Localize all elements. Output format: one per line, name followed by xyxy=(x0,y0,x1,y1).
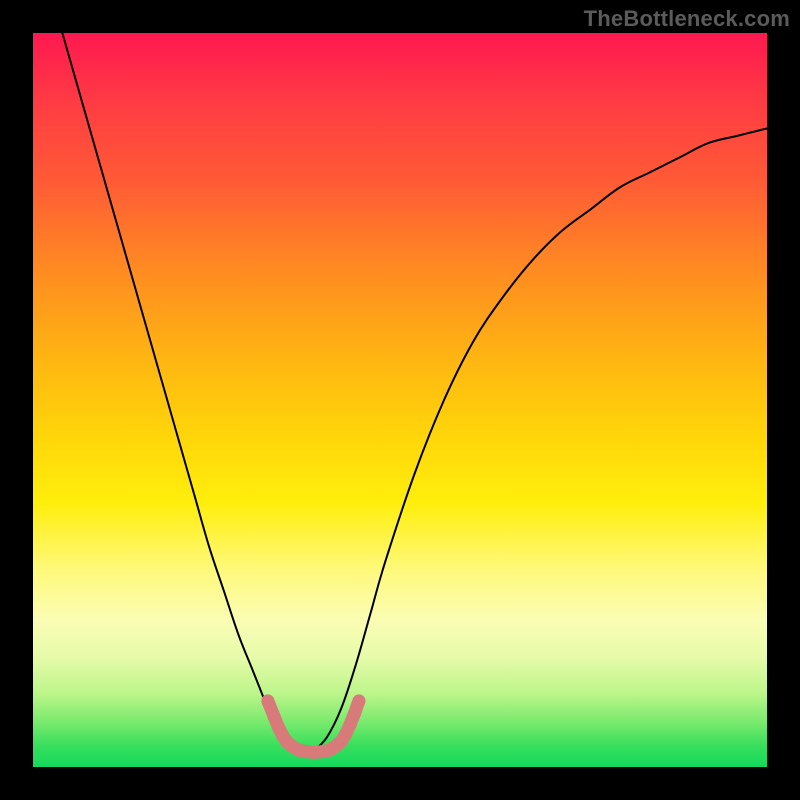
chart-svg xyxy=(33,33,767,767)
marker-dot xyxy=(348,707,361,720)
curve-left-curve xyxy=(62,33,312,752)
plot-area xyxy=(33,33,767,767)
marker-dot xyxy=(261,694,274,707)
marker-dot xyxy=(352,694,365,707)
chart-container: TheBottleneck.com xyxy=(0,0,800,800)
watermark-text: TheBottleneck.com xyxy=(584,6,790,32)
curve-right-curve xyxy=(312,128,767,752)
